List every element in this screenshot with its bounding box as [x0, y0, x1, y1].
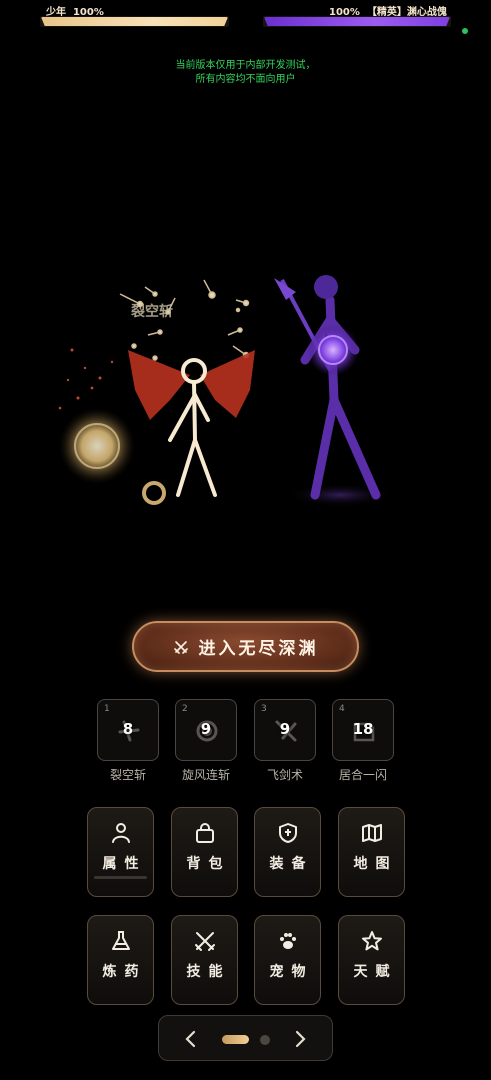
- attributes-button[interactable]: 属性: [87, 807, 154, 897]
- enemy-hp-value: 100%: [329, 7, 360, 18]
- pager-dot[interactable]: [260, 1035, 270, 1045]
- skill-name-4: 居合一闪: [338, 768, 387, 782]
- skill-slot-2[interactable]: 2 9: [175, 699, 237, 761]
- enemy-tag: 【精英】: [366, 7, 407, 18]
- skill-slot-1[interactable]: 1 8: [97, 699, 159, 761]
- map-button[interactable]: 地图: [338, 807, 405, 897]
- skill-cooldown: 9: [279, 720, 291, 738]
- ember-particles: [58, 348, 114, 410]
- map-label: 地图: [353, 856, 398, 872]
- skill-name-3: 飞剑术: [266, 768, 303, 782]
- enemy-hp-bar: [264, 17, 450, 26]
- enter-abyss-button[interactable]: 进入无尽深渊: [132, 621, 359, 672]
- talent-label: 天赋: [353, 964, 398, 980]
- skill-cooldown: 8: [122, 720, 134, 738]
- connection-status-dot: [462, 28, 468, 34]
- dev-notice-line2: 所有内容均不面向用户: [195, 74, 296, 85]
- crossed-swords-icon: [195, 932, 215, 951]
- map-icon: [362, 824, 382, 842]
- skill-name-2: 旋风连斩: [181, 768, 230, 782]
- chevron-right-icon[interactable]: [290, 1028, 310, 1050]
- attributes-label: 属性: [102, 856, 147, 872]
- equipment-button[interactable]: 装备: [254, 807, 321, 897]
- skill-slot-index: 2: [182, 704, 188, 714]
- bag-button[interactable]: 背包: [171, 807, 238, 897]
- enemy-core-orb: [307, 324, 359, 376]
- pager-dot-active[interactable]: [222, 1035, 249, 1044]
- skill-name-1: 裂空斩: [109, 768, 146, 782]
- left-wing: [128, 350, 190, 420]
- star-icon: [362, 931, 382, 951]
- battle-scene: [58, 275, 395, 507]
- skill-slot-3[interactable]: 3 9: [254, 699, 316, 761]
- bag-icon: [196, 823, 214, 843]
- dev-notice-line1: 当前版本仅用于内部开发测试，: [175, 60, 316, 71]
- ring-item: [142, 481, 166, 505]
- pet-label: 宠物: [269, 964, 314, 980]
- skill-slot-index: 4: [339, 704, 345, 714]
- player-hp-label: 少年 100%: [46, 3, 104, 18]
- dev-notice: 当前版本仅用于内部开发测试， 所有内容均不面向用户: [0, 59, 491, 87]
- player-name: 少年: [46, 7, 66, 18]
- paw-icon: [280, 933, 296, 949]
- right-wing: [200, 350, 255, 418]
- enter-abyss-label: 进入无尽深渊: [198, 639, 319, 659]
- shield-icon: [279, 823, 297, 843]
- menu-pager: [158, 1015, 333, 1061]
- flask-icon: [112, 931, 130, 950]
- crossed-swords-icon: [173, 640, 188, 654]
- enemy-head: [314, 275, 338, 299]
- person-icon: [112, 823, 130, 843]
- player-hp-bar: [41, 17, 228, 26]
- alchemy-label: 炼药: [102, 964, 147, 980]
- skill-slot-index: 3: [261, 704, 267, 714]
- chevron-left-icon[interactable]: [181, 1028, 201, 1050]
- equipment-label: 装备: [269, 856, 314, 872]
- talent-button[interactable]: 天赋: [338, 915, 405, 1005]
- bag-label: 背包: [186, 856, 231, 872]
- skill-cooldown: 9: [200, 720, 212, 738]
- skill-slot-4[interactable]: 4 18: [332, 699, 394, 761]
- pet-button[interactable]: 宠物: [254, 915, 321, 1005]
- enemy-name: 渊心战傀: [406, 7, 447, 18]
- enemy-hp-label: 100% 【精英】渊心战傀: [329, 3, 447, 18]
- companion-orb: [59, 408, 135, 484]
- skills-label: 技能: [186, 964, 231, 980]
- alchemy-button[interactable]: 炼药: [87, 915, 154, 1005]
- skill-popup-text: 裂空斩: [131, 304, 173, 320]
- skill-cooldown: 18: [352, 720, 374, 738]
- skills-button[interactable]: 技能: [171, 915, 238, 1005]
- player-hp-value: 100%: [72, 7, 104, 18]
- attributes-progress-track: [94, 876, 147, 879]
- skill-slot-index: 1: [104, 704, 110, 714]
